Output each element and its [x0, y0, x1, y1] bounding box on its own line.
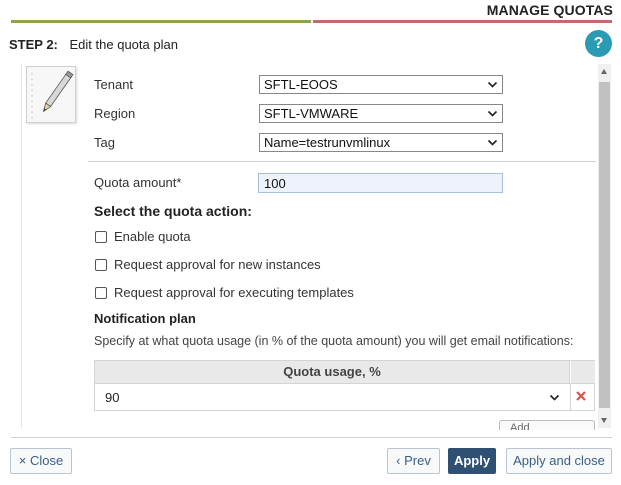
form-scrollbar[interactable]	[598, 64, 611, 428]
delete-x-icon[interactable]	[575, 390, 587, 402]
scroll-up-icon[interactable]	[601, 69, 607, 74]
apply-button[interactable]: Apply	[448, 448, 496, 474]
step-progress-bar	[11, 20, 612, 23]
approval-templates-label: Request approval for executing templates	[114, 285, 354, 300]
prev-button[interactable]: ‹ Prev	[387, 448, 440, 474]
add-notification-button[interactable]: Add	[499, 420, 595, 430]
region-select[interactable]: SFTL-VMWARE	[259, 104, 503, 123]
quota-amount-input[interactable]	[258, 173, 503, 193]
help-button[interactable]: ?	[585, 30, 612, 57]
approval-templates-checkbox[interactable]	[95, 287, 107, 299]
close-button[interactable]: × Close	[10, 448, 72, 474]
tenant-value: SFTL-EOOS	[264, 77, 338, 92]
notification-table: Quota usage, % 90	[94, 360, 595, 411]
notification-plan-title: Notification plan	[94, 311, 196, 326]
progress-done-segment	[11, 20, 311, 23]
chevron-down-icon	[487, 139, 498, 146]
region-label: Region	[94, 106, 136, 121]
notification-hint: Specify at what quota usage (in % of the…	[94, 334, 574, 348]
tag-select[interactable]: Name=testrunvmlinux	[259, 133, 503, 152]
form-divider	[88, 161, 596, 162]
actions-column-header	[571, 361, 595, 383]
approval-new-instances-label: Request approval for new instances	[114, 257, 321, 272]
table-row: 90	[95, 383, 594, 411]
footer-divider	[11, 437, 612, 438]
pencil-icon	[26, 66, 76, 123]
enable-quota-checkbox[interactable]	[95, 231, 107, 243]
prev-label: Prev	[404, 453, 431, 468]
region-value: SFTL-VMWARE	[264, 106, 359, 121]
tenant-select[interactable]: SFTL-EOOS	[259, 75, 503, 94]
step-number: STEP 2:	[9, 37, 58, 52]
chevron-left-icon: ‹	[396, 453, 401, 468]
quota-usage-column-header: Quota usage, %	[95, 361, 570, 383]
step-header: STEP 2: Edit the quota plan	[9, 37, 178, 52]
tag-value: Name=testrunvmlinux	[264, 135, 391, 150]
chevron-down-icon	[487, 81, 498, 88]
window-title: MANAGE QUOTAS	[486, 2, 613, 18]
chevron-down-icon[interactable]	[549, 392, 560, 403]
progress-todo-segment	[313, 20, 612, 23]
quota-usage-value[interactable]: 90	[105, 390, 119, 405]
chevron-down-icon	[487, 110, 498, 117]
apply-and-close-button[interactable]: Apply and close	[506, 448, 612, 474]
close-label: Close	[29, 453, 64, 468]
scroll-down-icon[interactable]	[601, 418, 607, 423]
step-title: Edit the quota plan	[69, 37, 178, 52]
tag-label: Tag	[94, 135, 115, 150]
scrollbar-thumb[interactable]	[599, 82, 610, 408]
close-icon: ×	[18, 453, 27, 468]
tenant-label: Tenant	[94, 77, 134, 92]
approval-new-instances-checkbox[interactable]	[95, 259, 107, 271]
quota-action-title: Select the quota action:	[94, 203, 252, 219]
quota-amount-label: Quota amount*	[94, 175, 182, 190]
enable-quota-label: Enable quota	[114, 229, 191, 244]
column-separator	[570, 384, 571, 411]
